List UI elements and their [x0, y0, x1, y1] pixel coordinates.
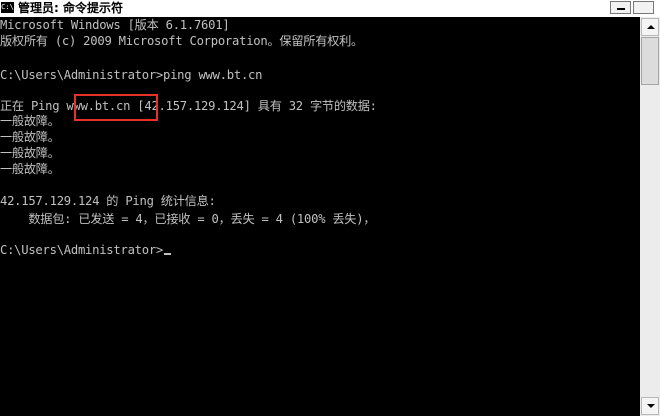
- scroll-thumb[interactable]: [641, 37, 659, 85]
- console-line-failure: 一般故障。: [0, 146, 60, 160]
- arrow-down-icon: [647, 404, 655, 408]
- console-line-version: Microsoft Windows [版本 6.1.7601]: [0, 18, 230, 32]
- scroll-down-button[interactable]: [641, 397, 659, 415]
- vertical-scrollbar[interactable]: [640, 17, 660, 416]
- console-prompt-line[interactable]: C:\Users\Administrator>: [0, 242, 172, 258]
- text-cursor: [164, 253, 172, 255]
- console-line-pinging: 正在 Ping www.bt.cn [42.157.129.124] 具有 32…: [0, 99, 377, 113]
- console-line-packet-stats: 数据包: 已发送 = 4，已接收 = 0，丢失 = 4 (100% 丢失)，: [0, 212, 376, 226]
- console-line-ping-command: C:\Users\Administrator>ping www.bt.cn: [0, 68, 263, 82]
- console-line-copyright: 版权所有 (c) 2009 Microsoft Corporation。保留所有…: [0, 34, 363, 48]
- console-line-failure: 一般故障。: [0, 162, 60, 176]
- title-bar[interactable]: C:\ 管理员: 命令提示符: [0, 0, 660, 17]
- minimize-button[interactable]: [610, 1, 631, 14]
- maximize-button[interactable]: [633, 1, 654, 14]
- console-line-stats-header: 42.157.129.124 的 Ping 统计信息:: [0, 194, 216, 208]
- cmd-icon[interactable]: C:\: [1, 2, 14, 13]
- scroll-up-button[interactable]: [641, 18, 659, 36]
- console-line-failure: 一般故障。: [0, 130, 60, 144]
- console-prompt: C:\Users\Administrator>: [0, 243, 164, 257]
- minimize-icon: [617, 8, 625, 10]
- console-line-failure: 一般故障。: [0, 114, 60, 128]
- console-output[interactable]: Microsoft Windows [版本 6.1.7601] 版权所有 (c)…: [0, 17, 640, 416]
- arrow-up-icon: [647, 25, 655, 29]
- window-title: 管理员: 命令提示符: [18, 1, 123, 15]
- domain-highlight-box: [74, 94, 158, 121]
